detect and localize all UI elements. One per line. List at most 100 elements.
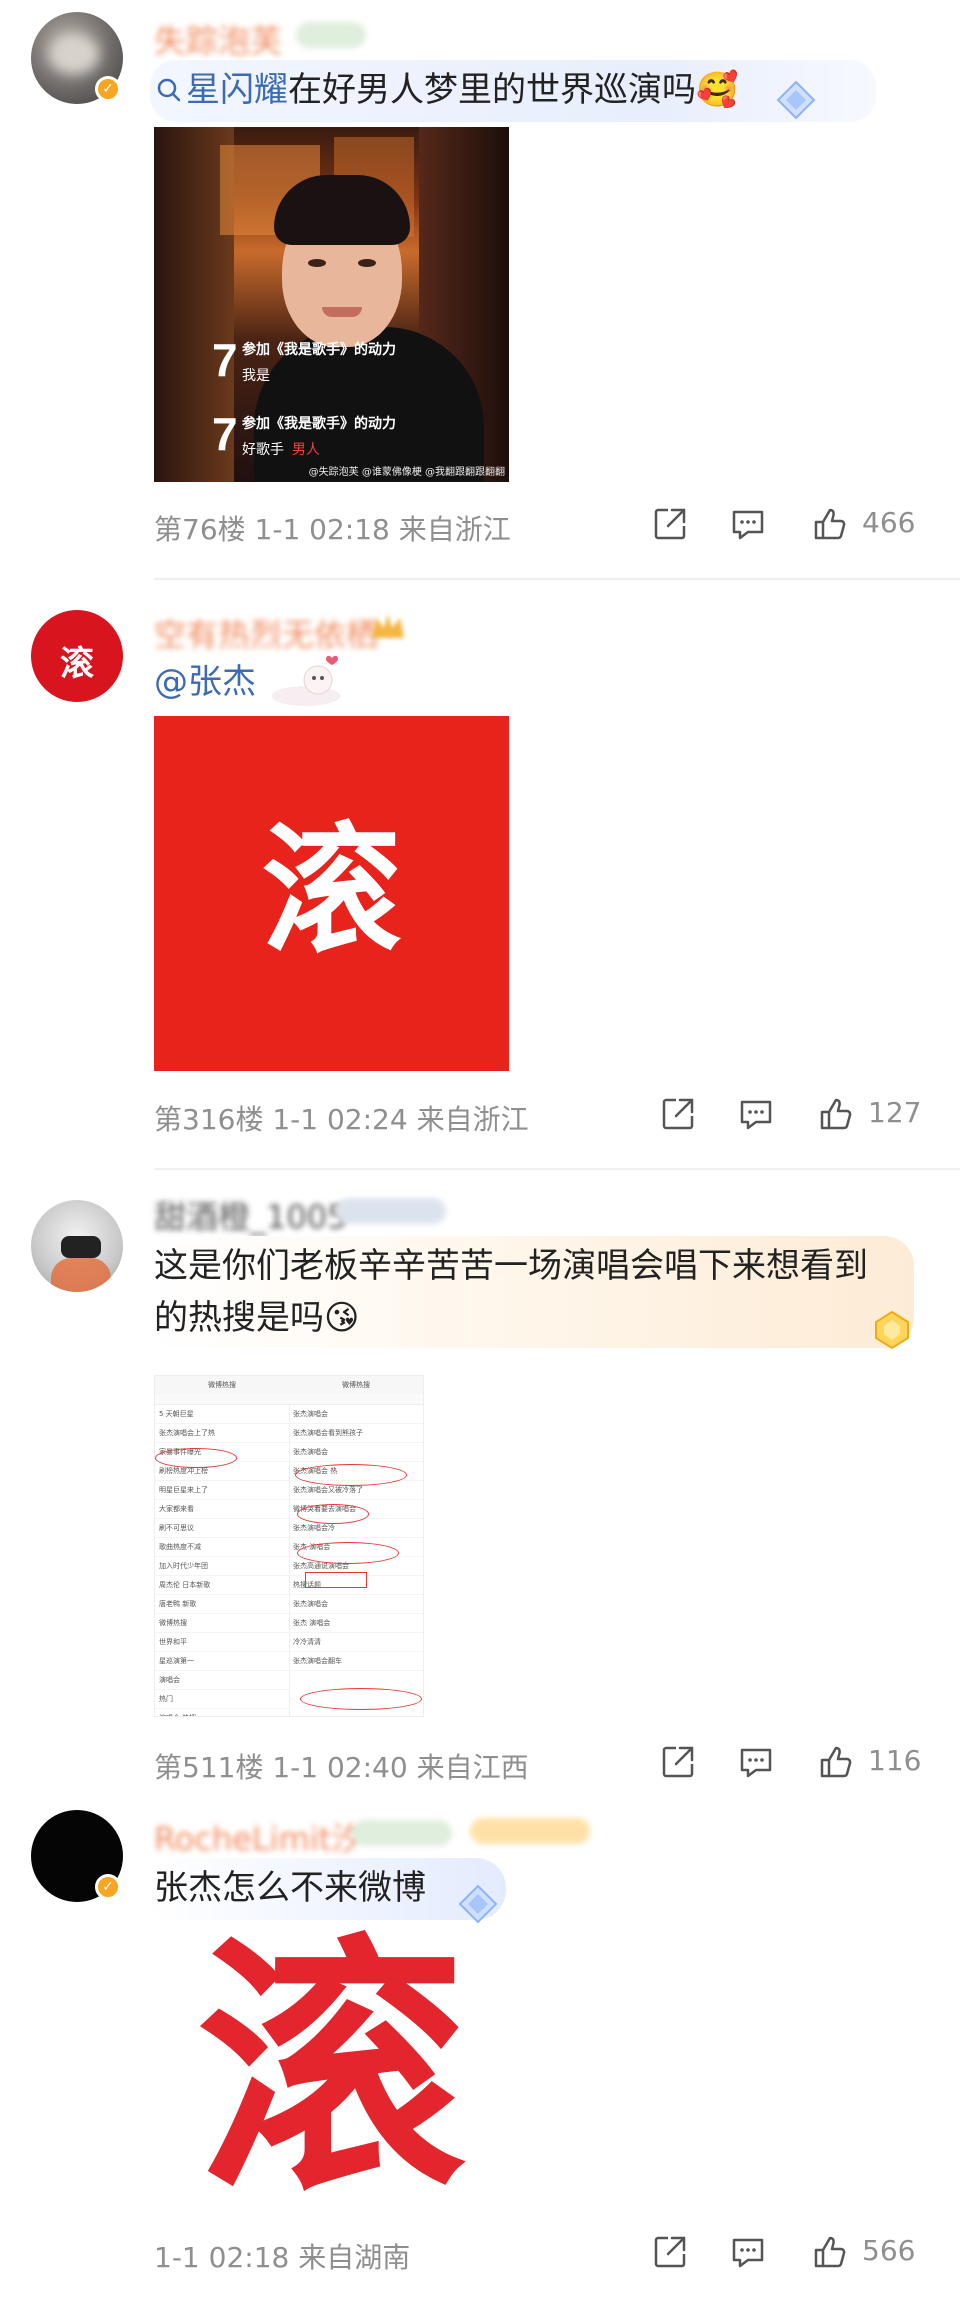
comment-icon[interactable] — [736, 1094, 776, 1134]
comment-image[interactable]: 滚 — [154, 716, 509, 1071]
screenshot-row: 冷冷清清 — [289, 1633, 423, 1652]
comment-image[interactable]: 滚 — [154, 1930, 509, 2220]
username[interactable]: 甜酒橙_1005 — [154, 1192, 347, 1238]
username[interactable]: RocheLimit汐 — [154, 1814, 363, 1860]
mention-link[interactable]: @张杰 — [154, 662, 256, 702]
user-level-badge — [336, 1198, 446, 1224]
caption-line: 参加《我是歌手》的动力 — [242, 341, 397, 357]
caption-number: 7 — [212, 334, 238, 386]
screenshot-row: 刷不可思议 — [155, 1519, 289, 1538]
screenshot-row: 张杰演唱会看到熊孩子 — [289, 1424, 423, 1443]
caption-line: 参加《我是歌手》的动力 — [242, 415, 397, 431]
screenshot-row: 热门 — [155, 1690, 289, 1709]
comment-text: 星闪耀在好男人梦里的世界巡演吗🥰 — [150, 60, 876, 122]
verified-badge-icon: ✓ — [95, 76, 121, 102]
comment-meta: 1-1 02:18 来自湖南 — [154, 2236, 410, 2276]
caption-sub: 好歌手 — [242, 441, 285, 457]
screenshot-row: 世界和平 — [155, 1633, 289, 1652]
location: 来自江西 — [416, 1751, 529, 1784]
screenshot-row: 张杰演唱会上了热 — [155, 1424, 289, 1443]
comment-item: ✓ RocheLimit汐 张杰怎么不来微博 滚 1-1 02:18 来自湖南 … — [0, 1790, 960, 2317]
like-icon[interactable] — [810, 504, 850, 544]
comment-icon[interactable] — [728, 2232, 768, 2272]
caption-sub-red: 男人 — [291, 441, 320, 457]
comment-actions: 127 — [640, 1094, 960, 1134]
comment-body: 这是你们老板辛辛苦苦一场演唱会唱下来想看到的热搜是吗 — [154, 1246, 868, 1338]
screenshot-row: 星巡演第一 — [155, 1652, 289, 1671]
caption-number: 7 — [212, 408, 238, 460]
like-icon[interactable] — [810, 2232, 850, 2272]
screenshot-row: 周杰伦 日本新歌 — [155, 1576, 289, 1595]
screenshot-row: 明星巨星来上了 — [155, 1481, 289, 1500]
like-count: 566 — [862, 2234, 916, 2267]
screenshot-row: 微博热搜 — [155, 1614, 289, 1633]
screenshot-row: 张杰 演唱会 — [289, 1614, 423, 1633]
gem-decoration-icon — [458, 1884, 498, 1924]
screenshot-row: 歌曲热度不减 — [155, 1538, 289, 1557]
screenshot-title: 微博热搜 — [289, 1376, 423, 1394]
floor-number: 第316楼 — [154, 1103, 264, 1136]
share-icon[interactable] — [658, 1094, 698, 1134]
emoji: 😘 — [324, 1298, 360, 1338]
comment-item: ✓ 失踪泡芙 星闪耀在好男人梦里的世界巡演吗🥰 7 参加《我是歌手》的动力 我是… — [0, 0, 960, 580]
verified-badge-icon: ✓ — [95, 1874, 121, 1900]
comment-image[interactable]: 微博热搜 5 天朝巨星 张杰演唱会上了热 家暴事件曝光 刷榜热度冲上榜 明星巨星来上了大… — [154, 1375, 424, 1717]
location: 来自浙江 — [416, 1103, 529, 1136]
image-watermark: @失踪泡芙 @谁蒙佛像梗 @我翻跟翻跟翻翻 — [308, 467, 505, 478]
screenshot-row: 张杰演唱会冷 — [289, 1519, 423, 1538]
floor-number: 第511楼 — [154, 1751, 264, 1784]
comment-item: 滚 空有热烈无依栖 @张杰 滚 第316楼 1-1 02:24 来自浙江 127 — [0, 580, 960, 1170]
username[interactable]: 失踪泡芙 — [154, 16, 282, 62]
like-count: 466 — [862, 506, 916, 539]
crown-badge-icon — [372, 614, 404, 638]
share-icon[interactable] — [650, 2232, 690, 2272]
caption-sub: 我是 — [242, 367, 271, 383]
share-icon[interactable] — [650, 504, 690, 544]
screenshot-row: 大家都来看 — [155, 1500, 289, 1519]
image-glyph: 滚 — [261, 810, 402, 973]
topic-link[interactable]: 星闪耀 — [186, 70, 288, 110]
screenshot-row: 张杰演唱会 — [289, 1405, 423, 1424]
comment-actions: 566 — [640, 2232, 960, 2272]
comment-text: @张杰 — [154, 656, 256, 708]
screenshot-row: 唐老鸭 新歌 — [155, 1595, 289, 1614]
like-icon[interactable] — [816, 1094, 856, 1134]
comment-text: 这是你们老板辛辛苦苦一场演唱会唱下来想看到的热搜是吗😘 — [154, 1240, 894, 1344]
like-count: 127 — [868, 1096, 922, 1129]
comment-icon[interactable] — [736, 1742, 776, 1782]
screenshot-row: 演唱会 热搜 — [155, 1709, 289, 1716]
avatar[interactable] — [31, 1200, 123, 1292]
avatar-glyph: 滚 — [60, 644, 94, 684]
gem-decoration-icon — [776, 80, 816, 120]
avatar[interactable]: 滚 — [31, 610, 123, 702]
screenshot-row: 张杰演唱会 — [289, 1595, 423, 1614]
timestamp: 1-1 02:18 — [154, 2241, 290, 2274]
image-glyph: 滚 — [196, 1930, 467, 2220]
comment-meta: 第316楼 1-1 02:24 来自浙江 — [154, 1098, 529, 1138]
screenshot-row: 5 天朝巨星 — [155, 1405, 289, 1424]
search-icon — [156, 66, 182, 118]
screenshot-row: 张杰演唱会翻车 — [289, 1652, 423, 1671]
comment-text: 张杰怎么不来微博 — [154, 1862, 426, 1914]
comment-actions: 466 — [640, 504, 960, 544]
comment-body: 在好男人梦里的世界巡演吗 — [288, 70, 696, 110]
user-level-badge — [296, 22, 366, 48]
comment-icon[interactable] — [728, 504, 768, 544]
sticker-decoration-icon — [272, 655, 340, 706]
comment-image[interactable]: 7 参加《我是歌手》的动力 我是 7 参加《我是歌手》的动力 好歌手 男人 @失… — [154, 127, 509, 482]
share-icon[interactable] — [658, 1742, 698, 1782]
screenshot-row: 演唱会 — [155, 1671, 289, 1690]
comment-body: 张杰怎么不来微博 — [154, 1868, 426, 1908]
location: 来自湖南 — [298, 2241, 411, 2274]
screenshot-title: 微博热搜 — [155, 1376, 289, 1394]
comment-actions: 116 — [640, 1742, 960, 1782]
like-icon[interactable] — [816, 1742, 856, 1782]
screenshot-row: 张杰演唱会 — [289, 1443, 423, 1462]
timestamp: 1-1 02:18 — [254, 513, 390, 546]
emoji: 🥰 — [696, 70, 739, 110]
timestamp: 1-1 02:24 — [272, 1103, 408, 1136]
comment-meta: 第511楼 1-1 02:40 来自江西 — [154, 1746, 529, 1786]
like-count: 116 — [868, 1744, 922, 1777]
comment-item: 甜酒橙_1005 这是你们老板辛辛苦苦一场演唱会唱下来想看到的热搜是吗😘 微博热… — [0, 1170, 960, 1790]
screenshot-row: 加入时代少年团 — [155, 1557, 289, 1576]
